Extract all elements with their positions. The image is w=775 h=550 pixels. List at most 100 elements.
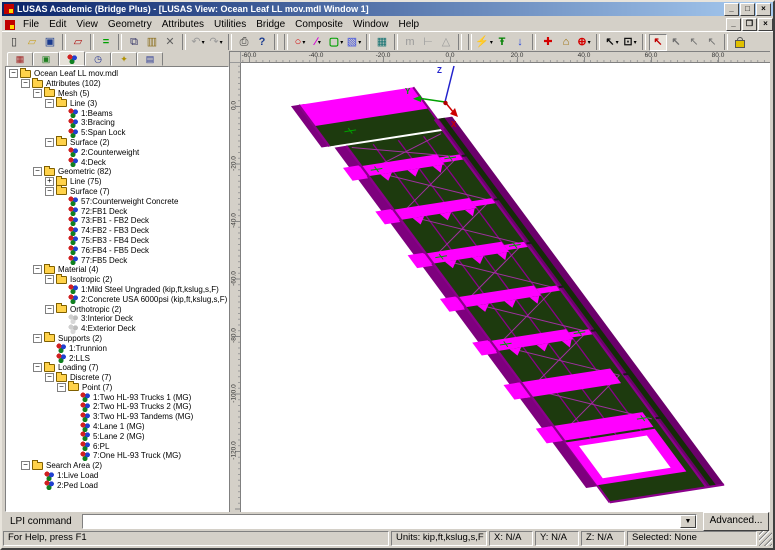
expand-box[interactable]: + <box>45 177 54 186</box>
menu-edit[interactable]: Edit <box>44 18 71 31</box>
copy-button[interactable]: ⧉ <box>125 34 143 51</box>
tree-item[interactable]: 1:Live Load <box>6 471 228 481</box>
tree-item[interactable]: −Orthotropic (2) <box>6 304 228 314</box>
dropdown-arrow-icon[interactable]: ▾ <box>318 39 321 46</box>
collapse-box[interactable]: − <box>57 383 66 392</box>
collapse-box[interactable]: − <box>33 265 42 274</box>
tree-item[interactable]: −Line (3) <box>6 98 228 108</box>
select-polygon-button[interactable]: ↖ <box>685 34 703 51</box>
menu-composite[interactable]: Composite <box>290 18 348 31</box>
solve-button[interactable]: = <box>97 34 115 51</box>
tree-item[interactable]: 73:FB1 - FB2 Deck <box>6 216 228 226</box>
resize-grip[interactable] <box>759 531 772 546</box>
dynamic-pan-button[interactable]: ✚ <box>539 34 557 51</box>
dropdown-arrow-icon[interactable]: ▾ <box>340 39 343 46</box>
select-line-button[interactable]: ↖ <box>703 34 721 51</box>
mdi-minimize-button[interactable]: _ <box>726 18 741 31</box>
vertical-axis-button[interactable]: ↓ <box>511 34 529 51</box>
assign-attribute-button[interactable]: ⚡▾ <box>475 34 493 51</box>
dropdown-arrow-icon[interactable]: ▾ <box>358 39 361 46</box>
collapse-box[interactable]: − <box>33 334 42 343</box>
tree-item[interactable]: −Discrete (7) <box>6 373 228 383</box>
minimize-button[interactable]: _ <box>724 3 739 16</box>
tree-item[interactable]: 1:Beams <box>6 108 228 118</box>
lpi-command-input[interactable] <box>83 515 680 528</box>
tree-item[interactable]: 57:Counterweight Concrete <box>6 196 228 206</box>
select-cursor-button[interactable]: ↖▾ <box>603 34 621 51</box>
paste-button[interactable]: ▥ <box>143 34 161 51</box>
menu-attributes[interactable]: Attributes <box>157 18 209 31</box>
tree-item[interactable]: −Geometric (82) <box>6 167 228 177</box>
collapse-box[interactable]: − <box>21 79 30 88</box>
close-button[interactable]: × <box>756 3 771 16</box>
tree-item[interactable]: 7:One HL-93 Truck (MG) <box>6 451 228 461</box>
tree-item[interactable]: 3:Interior Deck <box>6 314 228 324</box>
collapse-box[interactable]: − <box>21 461 30 470</box>
lock-selection-button[interactable] <box>731 34 749 51</box>
tree-item[interactable]: −Surface (2) <box>6 138 228 148</box>
collapse-box[interactable]: − <box>33 167 42 176</box>
new-button[interactable]: ▯ <box>5 34 23 51</box>
advanced-button[interactable]: Advanced... <box>703 512 769 531</box>
tree-item[interactable]: −Point (7) <box>6 383 228 393</box>
open-button[interactable]: ▱ <box>23 34 41 51</box>
tab-layers[interactable]: ▦ <box>7 52 33 66</box>
mdi-restore-button[interactable]: ❐ <box>742 18 757 31</box>
open-model-button[interactable]: ▱ <box>69 34 87 51</box>
tree-item[interactable]: 6:PL <box>6 441 228 451</box>
tree-item[interactable]: 75:FB3 - FB4 Deck <box>6 236 228 246</box>
collapse-box[interactable]: − <box>45 138 54 147</box>
tree-item[interactable]: −Isotropic (2) <box>6 275 228 285</box>
tree-item[interactable]: 2:Counterweight <box>6 147 228 157</box>
draw-volume-button[interactable]: ▧▾ <box>345 34 363 51</box>
print-button[interactable]: ⎙ <box>235 34 253 51</box>
save-button[interactable]: ▣ <box>41 34 59 51</box>
attributes-tree[interactable]: −Ocean Leaf LL mov.mdl−Attributes (102)−… <box>5 66 229 512</box>
menu-bridge[interactable]: Bridge <box>251 18 290 31</box>
tab-utilities[interactable]: ✦ <box>111 52 137 66</box>
lpi-command-combo[interactable]: ▼ <box>82 514 697 529</box>
tree-item[interactable]: 3:Bracing <box>6 118 228 128</box>
home-view-button[interactable]: ⌂ <box>557 34 575 51</box>
tab-analyses[interactable]: ◷ <box>85 52 111 66</box>
collapse-box[interactable]: − <box>45 275 54 284</box>
menu-geometry[interactable]: Geometry <box>103 18 157 31</box>
draw-point-button[interactable]: ○▾ <box>291 34 309 51</box>
tree-item[interactable]: −Loading (7) <box>6 363 228 373</box>
tree-item[interactable]: 2:Ped Load <box>6 480 228 490</box>
tab-reports[interactable]: ▤ <box>137 52 163 66</box>
dropdown-arrow-icon[interactable]: ▾ <box>302 39 305 46</box>
tree-item[interactable]: 5:Span Lock <box>6 128 228 138</box>
tree-item[interactable]: 76:FB4 - FB5 Deck <box>6 245 228 255</box>
local-axes-button[interactable]: Ŧ <box>493 34 511 51</box>
tree-item[interactable]: 4:Lane 1 (MG) <box>6 422 228 432</box>
lpi-dropdown-button[interactable]: ▼ <box>680 515 696 528</box>
collapse-box[interactable]: − <box>33 89 42 98</box>
deselect-button[interactable]: ↖ <box>667 34 685 51</box>
model-canvas[interactable]: Z Y X <box>241 63 770 512</box>
dropdown-arrow-icon[interactable]: ▾ <box>616 39 619 46</box>
tree-item[interactable]: 5:Lane 2 (MG) <box>6 431 228 441</box>
tree-item[interactable]: −Ocean Leaf LL mov.mdl <box>6 69 228 79</box>
collapse-box[interactable]: − <box>45 99 54 108</box>
context-help-button[interactable]: ? <box>253 34 271 51</box>
collapse-box[interactable]: − <box>45 373 54 382</box>
menu-file[interactable]: File <box>18 18 44 31</box>
dropdown-arrow-icon[interactable]: ▾ <box>202 39 205 46</box>
select-elements-button[interactable]: ↖ <box>649 34 667 51</box>
tree-item[interactable]: 72:FB1 Deck <box>6 206 228 216</box>
tree-item[interactable]: 3:Two HL-93 Tandems (MG) <box>6 412 228 422</box>
tree-item[interactable]: 2:Concrete USA 6000psi (kip,ft,kslug,s,F… <box>6 294 228 304</box>
collapse-box[interactable]: − <box>9 69 18 78</box>
menu-utilities[interactable]: Utilities <box>209 18 251 31</box>
draw-line-button[interactable]: ∕▾ <box>309 34 327 51</box>
tree-item[interactable]: −Mesh (5) <box>6 89 228 99</box>
image-button[interactable]: ▦ <box>373 34 391 51</box>
dropdown-arrow-icon[interactable]: ▾ <box>588 39 591 46</box>
dropdown-arrow-icon[interactable]: ▾ <box>220 39 223 46</box>
tree-item[interactable]: +Line (75) <box>6 177 228 187</box>
tree-item[interactable]: 1:Two HL-93 Trucks 1 (MG) <box>6 392 228 402</box>
collapse-box[interactable]: − <box>45 305 54 314</box>
maximize-button[interactable]: □ <box>740 3 755 16</box>
zoom-target-button[interactable]: ⊕▾ <box>575 34 593 51</box>
